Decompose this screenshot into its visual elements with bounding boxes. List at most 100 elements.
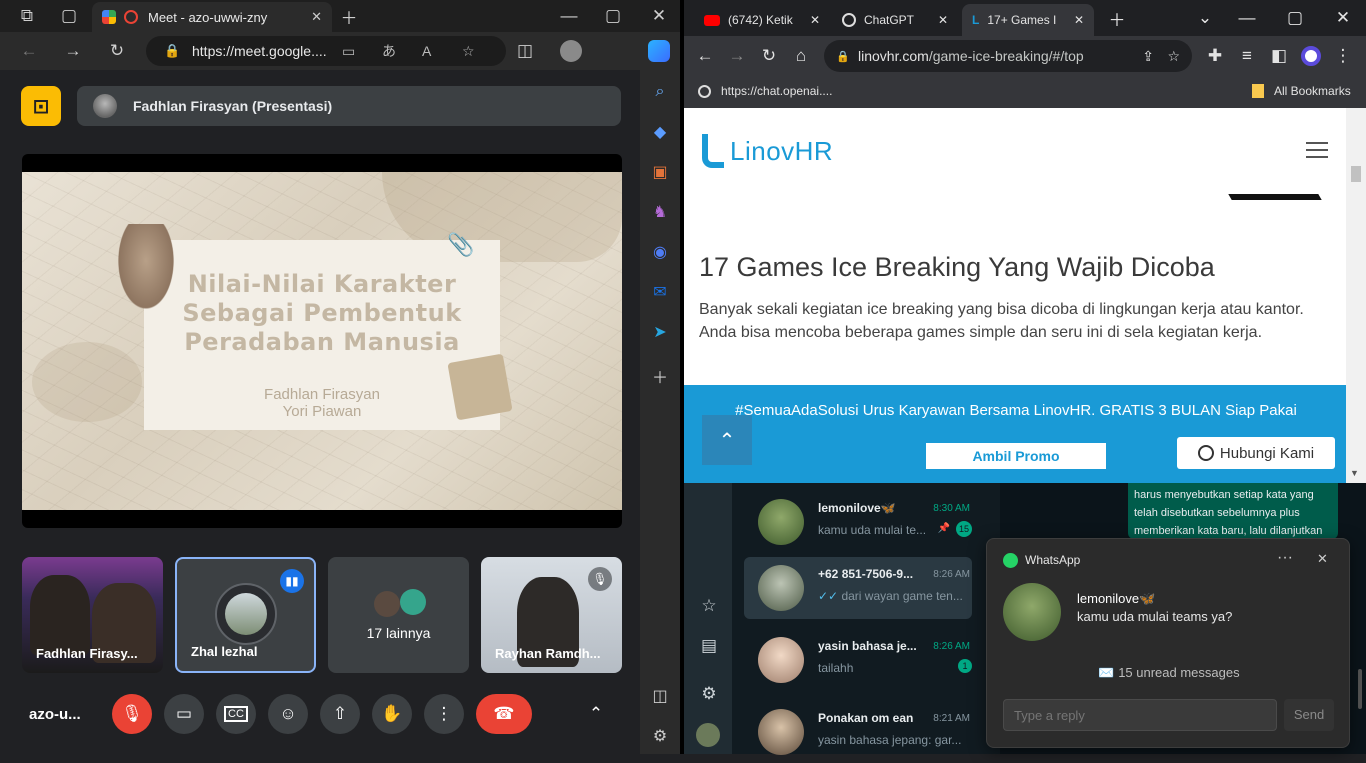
whatsapp-notification[interactable]: WhatsApp ··· ✕ lemonilove🦋 kamu uda mula… [986, 538, 1350, 748]
scroll-top-button[interactable]: ⌃ [702, 415, 752, 465]
new-tab-icon[interactable]: ＋ [1104, 5, 1130, 31]
chess-icon[interactable]: ♞ [648, 200, 672, 224]
close-tab-icon[interactable]: ✕ [1074, 13, 1084, 27]
send-button[interactable]: Send [1284, 699, 1334, 731]
forward-icon[interactable]: → [60, 38, 86, 64]
send-icon[interactable]: ➤ [648, 320, 672, 344]
menu-icon[interactable]: ⋮ [1330, 43, 1356, 69]
chat-list-item[interactable]: lemonilove🦋 8:30 AM kamu uda mulai te...… [744, 491, 972, 553]
tag-icon[interactable]: ◆ [648, 120, 672, 144]
slide-authors: Fadhlan Firasyan Yori Piawan [212, 386, 432, 420]
mic-toggle-button[interactable]: 🎙 [112, 694, 152, 734]
others-tile[interactable]: 17 lainnya [328, 557, 469, 673]
all-bookmarks[interactable]: All Bookmarks [1252, 84, 1351, 98]
presenter-bar[interactable]: Fadhlan Firasyan (Presentasi) [77, 86, 621, 126]
chat-list-item[interactable]: yasin bahasa je... 8:26 AM tailahh 1 [744, 629, 972, 691]
article-intro: Banyak sekali kegiatan ice breaking yang… [699, 301, 1304, 341]
raise-hand-button[interactable]: ✋ [372, 694, 412, 734]
bookmark-chatgpt[interactable]: https://chat.openai.... [698, 84, 832, 98]
settings-icon[interactable]: ⚙ [648, 724, 672, 748]
chat-list-item-selected[interactable]: +62 851-7506-9... 8:26 AM ✓✓ dari wayan … [744, 557, 972, 619]
captions-button[interactable]: CC [216, 694, 256, 734]
hamburger-menu-icon[interactable] [1306, 142, 1328, 158]
outlook-icon[interactable]: ✉ [648, 280, 672, 304]
address-path: /game-ice-breaking/#/top [928, 48, 1084, 64]
scrollbar-thumb[interactable] [1351, 166, 1361, 182]
refresh-icon[interactable]: ↻ [104, 38, 130, 64]
message-bubble-text: harus menyebutkan setiap kata yang telah… [1134, 489, 1323, 537]
participant-tile[interactable]: Fadhlan Firasy... [22, 557, 163, 673]
bookmark-star-icon[interactable]: ☆ [1167, 48, 1180, 65]
chat-name: yasin bahasa je... [818, 639, 917, 653]
favorite-icon[interactable]: ☆ [462, 43, 475, 60]
tab-search-icon[interactable]: ⌄ [1192, 5, 1218, 31]
close-tab-icon[interactable]: ✕ [938, 13, 948, 27]
chrome-address-bar[interactable]: 🔒 linovhr.com/game-ice-breaking/#/top ⇪ … [824, 40, 1192, 72]
reply-input[interactable] [1003, 699, 1277, 731]
maximize-icon[interactable]: ▢ [1282, 5, 1308, 31]
starred-icon[interactable]: ☆ [696, 593, 722, 619]
more-options-button[interactable]: ⋮ [424, 694, 464, 734]
profile-icon[interactable] [1298, 43, 1324, 69]
participant-tile[interactable]: 🎙 Rayhan Ramdh... [481, 557, 622, 673]
bookmark-chatgpt-label: https://chat.openai.... [721, 84, 833, 98]
activities-icon[interactable]: ⊡ [21, 86, 61, 126]
close-window-icon[interactable]: ✕ [1330, 5, 1356, 31]
edge-address-bar[interactable]: 🔒 https://meet.google.... ▭ あ A ☆ [146, 36, 506, 66]
expand-button[interactable]: ⌃ [576, 694, 616, 734]
split-screen-icon[interactable]: ◫ [512, 38, 538, 64]
linovhr-logo[interactable]: LinovHR [702, 134, 833, 168]
home-icon[interactable]: ⌂ [788, 43, 814, 69]
close-icon[interactable]: ✕ [1317, 551, 1328, 567]
present-button[interactable]: ⇧ [320, 694, 360, 734]
tab-linovhr[interactable]: L 17+ Games I ✕ [962, 4, 1094, 36]
side-panel-icon[interactable]: ◧ [1266, 43, 1292, 69]
reactions-button[interactable]: ☺ [268, 694, 308, 734]
forward-icon[interactable]: → [724, 43, 750, 69]
close-tab-icon[interactable]: ✕ [810, 13, 820, 27]
minimize-icon[interactable]: — [556, 3, 582, 29]
participant-tile-active[interactable]: ▮▮ Zhal lezhal [175, 557, 316, 673]
hubungi-kami-button[interactable]: Hubungi Kami [1177, 437, 1335, 469]
scrollbar-down-icon[interactable]: ▼ [1350, 468, 1359, 478]
workspaces-icon[interactable]: ⧉ [14, 3, 40, 29]
close-tab-icon[interactable]: ✕ [311, 9, 322, 25]
address-domain: linovhr.com [858, 48, 929, 64]
leave-call-button[interactable]: ☎ [476, 694, 532, 734]
scrollbar[interactable] [1346, 108, 1366, 483]
chat-scrollbar[interactable] [1358, 669, 1362, 709]
extensions-icon[interactable]: ✚ [1202, 43, 1228, 69]
copilot-side-icon[interactable]: ◉ [648, 240, 672, 264]
refresh-icon[interactable]: ↻ [756, 43, 782, 69]
translate-icon[interactable]: あ [382, 41, 396, 61]
briefcase-icon[interactable]: ▣ [648, 160, 672, 184]
chat-name: lemonilove🦋 [818, 501, 896, 515]
avatar[interactable] [696, 723, 720, 747]
sidebar-toggle-icon[interactable]: ◫ [648, 684, 672, 708]
share-icon[interactable]: ⇪ [1142, 48, 1154, 65]
minimize-icon[interactable]: — [1234, 5, 1260, 31]
back-icon[interactable]: ← [692, 43, 718, 69]
slide-author-2: Yori Piawan [282, 403, 362, 420]
close-window-icon[interactable]: ✕ [646, 3, 672, 29]
ambil-promo-button[interactable]: Ambil Promo [926, 443, 1106, 469]
back-icon[interactable]: ← [16, 38, 42, 64]
archive-icon[interactable]: ▤ [696, 633, 722, 659]
new-tab-icon[interactable]: ＋ [336, 3, 362, 29]
add-icon[interactable]: ＋ [648, 364, 672, 388]
tab-chatgpt[interactable]: ChatGPT ✕ [832, 4, 958, 36]
camera-toggle-button[interactable]: ▭ [164, 694, 204, 734]
more-icon[interactable]: ··· [1277, 549, 1293, 567]
copilot-icon[interactable] [646, 38, 672, 64]
profile-icon[interactable] [558, 38, 584, 64]
search-icon[interactable]: ⌕ [648, 80, 672, 104]
media-icon[interactable]: ≡ [1234, 43, 1260, 69]
tab-youtube[interactable]: (6742) Ketik ✕ [694, 4, 830, 36]
maximize-icon[interactable]: ▢ [600, 3, 626, 29]
tab-chatgpt-title: ChatGPT [864, 13, 915, 27]
read-aloud-icon[interactable]: A [422, 43, 431, 59]
tab-meet[interactable]: Meet - azo-uwwi-zny ✕ [92, 2, 332, 32]
camera-icon[interactable]: ▭ [342, 43, 355, 60]
settings-icon[interactable]: ⚙ [696, 681, 722, 707]
vertical-tabs-icon[interactable]: ▢ [56, 3, 82, 29]
